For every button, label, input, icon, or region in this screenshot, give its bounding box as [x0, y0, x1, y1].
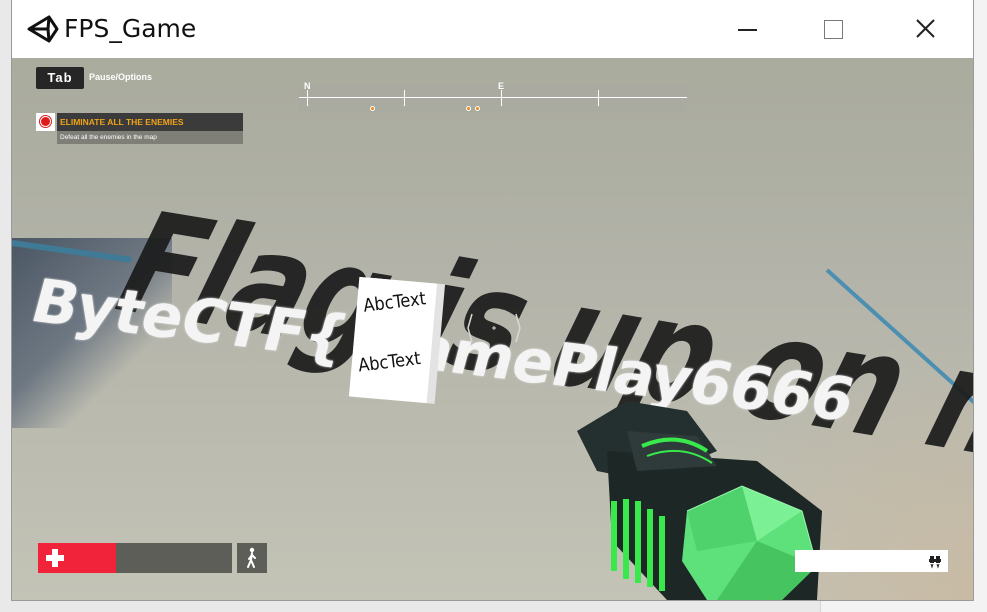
compass-east: E: [498, 81, 505, 91]
health-bar: [38, 543, 232, 573]
enemy-marker: [370, 106, 375, 111]
compass-tick: [404, 90, 405, 106]
objective-panel: ELIMINATE ALL THE ENEMIES Defeat all the…: [36, 113, 243, 145]
enemy-marker: [475, 106, 480, 111]
enemy-marker: [466, 106, 471, 111]
compass-tick: [598, 90, 599, 106]
health-cross-icon: [46, 549, 64, 567]
minimize-button[interactable]: [729, 10, 769, 48]
maximize-button[interactable]: [820, 10, 860, 48]
game-viewport[interactable]: Flag is up on me| ByteCTF{ GamePlay6666 …: [12, 58, 973, 600]
compass-north: N: [304, 81, 311, 91]
jetpack-icon: [929, 556, 941, 569]
jetpack-bar: [795, 550, 948, 572]
crosshair-icon: [467, 313, 521, 343]
window-title: FPS_Game: [64, 14, 197, 43]
walking-figure-icon: [247, 547, 256, 568]
objective-description: Defeat all the enemies in the map: [57, 131, 243, 144]
cube-text-bottom: AbcText: [356, 348, 422, 377]
close-icon: [916, 19, 935, 38]
compass-tick: [307, 90, 308, 106]
cube-text-top: AbcText: [362, 288, 427, 317]
stance-indicator: [237, 543, 267, 573]
compass-line: [299, 97, 687, 98]
close-button[interactable]: [910, 10, 950, 48]
game-window: FPS_Game Flag is up on me| ByteCTF{ Game…: [12, 0, 973, 600]
tab-key-hint: Tab: [36, 67, 84, 89]
pause-options-hint: Pause/Options: [89, 72, 153, 82]
compass-bar: N E: [299, 81, 687, 112]
objective-title: ELIMINATE ALL THE ENEMIES: [57, 113, 243, 131]
unity-logo-icon: [27, 15, 59, 43]
objective-target-icon: [36, 113, 55, 131]
text-cube: AbcText AbcText: [348, 276, 438, 404]
title-bar[interactable]: FPS_Game: [12, 0, 973, 58]
weapon-model: [577, 401, 822, 600]
compass-tick: [501, 90, 502, 106]
